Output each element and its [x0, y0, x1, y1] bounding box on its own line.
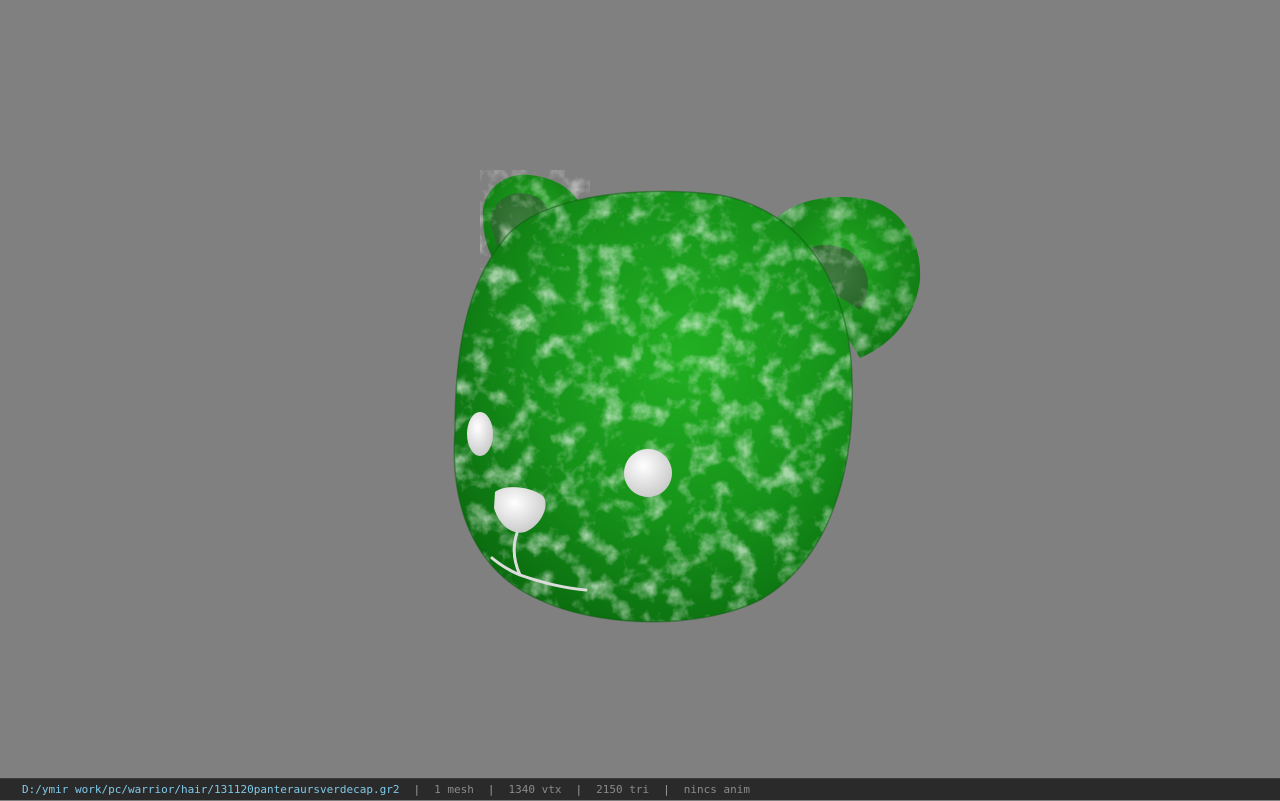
model-render — [453, 170, 921, 623]
anim-status: nincs anim — [683, 783, 750, 796]
file-path: D:/ymir work/pc/warrior/hair/131120pante… — [22, 783, 400, 796]
status-bar: D:/ymir work/pc/warrior/hair/131120pante… — [0, 778, 1280, 800]
left-eye — [467, 412, 493, 456]
triangle-count: 2150 tri — [596, 783, 650, 796]
vertex-count: 1340 vtx — [508, 783, 562, 796]
3d-viewport[interactable] — [0, 0, 1280, 778]
separator: | — [487, 783, 495, 796]
mesh-count: 1 mesh — [434, 783, 474, 796]
right-eye — [624, 449, 672, 497]
separator: | — [413, 783, 421, 796]
separator: | — [575, 783, 583, 796]
bear-head — [453, 190, 853, 623]
separator: | — [663, 783, 670, 796]
